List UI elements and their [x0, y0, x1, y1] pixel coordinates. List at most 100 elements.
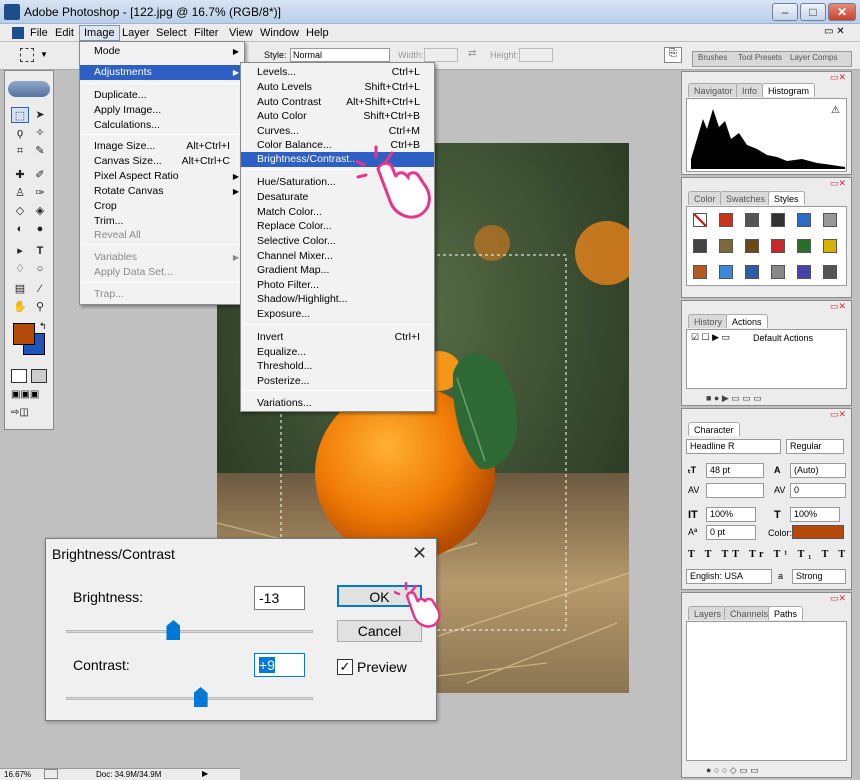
- baseline-input[interactable]: 0 pt: [706, 525, 756, 540]
- tab-channels[interactable]: Channels: [724, 606, 775, 620]
- text-style-buttons[interactable]: T T TT Tr T¹ T₁ T T: [688, 549, 849, 560]
- menu-image[interactable]: Image: [79, 25, 120, 41]
- image-menu-item[interactable]: Reveal All: [80, 228, 244, 243]
- image-menu-item[interactable]: Calculations...: [80, 118, 244, 133]
- marquee-preset-icon[interactable]: [20, 48, 34, 62]
- tab-layers[interactable]: Layers: [688, 606, 728, 620]
- close-button[interactable]: ✕: [828, 3, 856, 21]
- width-input[interactable]: [424, 48, 458, 62]
- image-menu-item[interactable]: Adjustments ▶: [80, 65, 244, 80]
- zoom-button[interactable]: [44, 769, 58, 779]
- image-menu-item[interactable]: Pixel Aspect Ratio ▶: [80, 169, 244, 184]
- adjustments-menu-item[interactable]: Threshold...: [241, 359, 434, 374]
- preview-checkbox[interactable]: ✓: [337, 659, 353, 675]
- tab-swatches[interactable]: Swatches: [720, 191, 772, 205]
- panel-collapse-icon[interactable]: ▭✕: [830, 301, 846, 312]
- panel-collapse-icon[interactable]: ▭✕: [830, 178, 846, 189]
- style-swatch[interactable]: [693, 265, 707, 279]
- style-swatch[interactable]: [823, 213, 837, 227]
- adjustments-menu-item[interactable]: Auto Levels Shift+Ctrl+L: [241, 80, 434, 95]
- style-swatch[interactable]: [797, 239, 811, 253]
- shape-tool-icon[interactable]: ○: [31, 261, 49, 277]
- type-tool-icon[interactable]: T: [31, 243, 49, 259]
- menu-help[interactable]: Help: [302, 25, 333, 41]
- language-select[interactable]: English: USA: [686, 569, 772, 584]
- bucket-tool-icon[interactable]: ◈: [31, 203, 49, 219]
- standard-mode-icon[interactable]: [11, 369, 27, 383]
- palette-well-icon[interactable]: ⎘: [664, 47, 682, 63]
- chevron-down-icon[interactable]: ▼: [40, 50, 48, 59]
- adjustments-menu-item[interactable]: Photo Filter...: [241, 278, 434, 293]
- slice-tool-icon[interactable]: ✎: [31, 143, 49, 159]
- font-family-select[interactable]: Headline R: [686, 439, 781, 454]
- image-menu-item[interactable]: Canvas Size... Alt+Ctrl+C: [80, 154, 244, 169]
- adjustments-menu-item[interactable]: Curves... Ctrl+M: [241, 124, 434, 139]
- zoom-tool-icon[interactable]: ⚲: [31, 299, 49, 315]
- adjustments-menu-item[interactable]: Variations...: [241, 396, 434, 411]
- app-menu-icon[interactable]: [12, 27, 24, 39]
- check-icon[interactable]: ☑ ☐ ▶ ▭: [691, 332, 730, 343]
- adjustments-menu-item[interactable]: Levels... Ctrl+L: [241, 65, 434, 80]
- tab-histogram[interactable]: Histogram: [762, 83, 816, 97]
- history-brush-icon[interactable]: ✑: [31, 185, 49, 201]
- menu-filter[interactable]: Filter: [190, 25, 222, 41]
- style-swatch[interactable]: [745, 213, 759, 227]
- adjustments-menu-item[interactable]: Posterize...: [241, 374, 434, 389]
- dialog-close-icon[interactable]: ✕: [412, 543, 427, 564]
- tab-brushes[interactable]: Brushes: [698, 53, 727, 62]
- leading-input[interactable]: (Auto): [790, 463, 846, 478]
- adjustments-menu-item[interactable]: Invert Ctrl+I: [241, 330, 434, 345]
- image-menu-item[interactable]: Crop: [80, 199, 244, 214]
- status-menu-icon[interactable]: ▶: [202, 769, 208, 778]
- tab-paths[interactable]: Paths: [768, 606, 804, 620]
- style-swatch[interactable]: [719, 239, 733, 253]
- adjustments-menu-item[interactable]: Auto Contrast Alt+Shift+Ctrl+L: [241, 95, 434, 110]
- style-swatch[interactable]: [745, 265, 759, 279]
- style-swatch[interactable]: [693, 213, 707, 227]
- image-menu-item[interactable]: Image Size... Alt+Ctrl+I: [80, 139, 244, 154]
- contrast-track[interactable]: [66, 697, 313, 700]
- style-swatch[interactable]: [693, 239, 707, 253]
- tab-styles[interactable]: Styles: [768, 191, 805, 205]
- style-swatch[interactable]: [771, 213, 785, 227]
- brightness-input[interactable]: -13: [254, 586, 305, 610]
- swap-colors-icon[interactable]: ↰: [39, 321, 47, 332]
- image-menu-item[interactable]: Trap...: [80, 287, 244, 302]
- doc-restore-icon[interactable]: ▭ ✕: [824, 26, 845, 37]
- blur-tool-icon[interactable]: ◐: [11, 221, 29, 237]
- tab-actions[interactable]: Actions: [726, 314, 768, 328]
- image-menu-item[interactable]: Trim...: [80, 214, 244, 229]
- notes-tool-icon[interactable]: ▤: [11, 281, 29, 297]
- brightness-slider-thumb[interactable]: [166, 620, 181, 640]
- menu-edit[interactable]: Edit: [51, 25, 78, 41]
- menu-file[interactable]: File: [26, 25, 52, 41]
- adjustments-menu-item[interactable]: Auto Color Shift+Ctrl+B: [241, 109, 434, 124]
- font-size-input[interactable]: 48 pt: [706, 463, 764, 478]
- move-tool-icon[interactable]: ➤: [31, 107, 49, 123]
- style-swatch[interactable]: [771, 265, 785, 279]
- adjustments-menu-item[interactable]: Shadow/Highlight...: [241, 292, 434, 307]
- adjustments-menu-item[interactable]: Equalize...: [241, 345, 434, 360]
- screen-mode-icon[interactable]: ▣▣▣: [11, 389, 47, 401]
- tab-layer-comps[interactable]: Layer Comps: [790, 53, 838, 62]
- image-menu-item[interactable]: Apply Image...: [80, 103, 244, 118]
- adjustments-menu-item[interactable]: Exposure...: [241, 307, 434, 322]
- zoom-level[interactable]: 16.67%: [4, 770, 31, 779]
- style-swatch[interactable]: [823, 239, 837, 253]
- path-select-icon[interactable]: ▸: [11, 243, 29, 259]
- tab-navigator[interactable]: Navigator: [688, 83, 739, 97]
- style-swatch[interactable]: [719, 213, 733, 227]
- crop-tool-icon[interactable]: ⌗: [11, 143, 29, 159]
- tab-color[interactable]: Color: [688, 191, 722, 205]
- panel-collapse-icon[interactable]: ▭✕: [830, 409, 846, 420]
- paths-controls-icon[interactable]: ● ○ ○ ◇ ▭ ▭: [706, 765, 759, 776]
- style-swatch[interactable]: [797, 213, 811, 227]
- menu-window[interactable]: Window: [256, 25, 303, 41]
- style-swatch[interactable]: [719, 265, 733, 279]
- quick-mask-icon[interactable]: [31, 369, 47, 383]
- image-menu-item[interactable]: Duplicate...: [80, 88, 244, 103]
- maximize-button[interactable]: □: [800, 3, 826, 21]
- tab-character[interactable]: Character: [688, 422, 740, 436]
- adjustments-menu-item[interactable]: Selective Color...: [241, 234, 434, 249]
- foreground-color-swatch[interactable]: [13, 323, 35, 345]
